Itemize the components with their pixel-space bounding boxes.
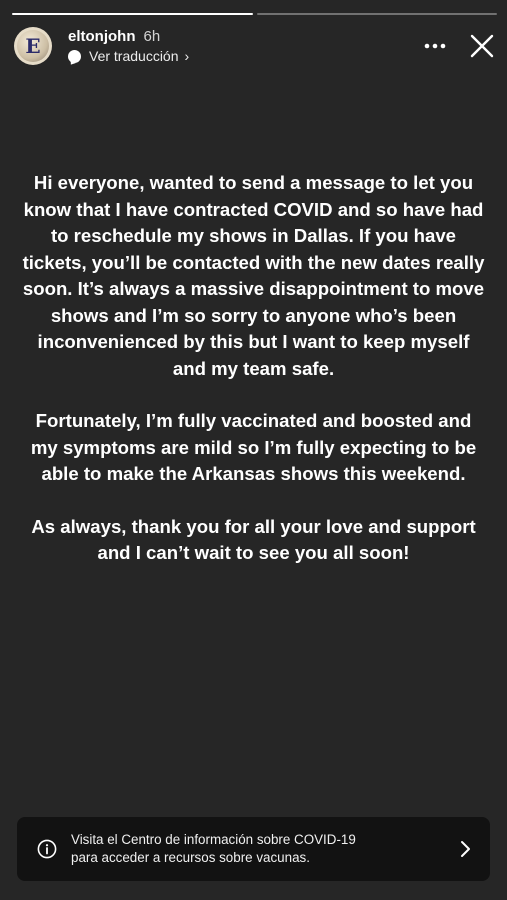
more-options-button[interactable] bbox=[423, 34, 447, 58]
story-paragraph-2: Fortunately, I’m fully vaccinated and bo… bbox=[30, 410, 477, 484]
avatar-image: E bbox=[17, 30, 49, 62]
story-meta: eltonjohn 6h Ver traducción › bbox=[68, 28, 189, 64]
story-header: E eltonjohn 6h Ver traducción › bbox=[14, 26, 495, 66]
story-message: Hi everyone, wanted to send a message to… bbox=[22, 170, 485, 593]
story-progress-bar bbox=[12, 13, 497, 15]
username[interactable]: eltonjohn bbox=[68, 28, 136, 45]
close-button[interactable] bbox=[469, 33, 495, 59]
progress-segment-1 bbox=[12, 13, 253, 15]
avatar[interactable]: E bbox=[14, 27, 52, 65]
banner-line-2: para acceder a recursos sobre vacunas. bbox=[71, 850, 310, 865]
story-user-row: eltonjohn 6h bbox=[68, 28, 189, 45]
covid-info-banner[interactable]: Visita el Centro de información sobre CO… bbox=[17, 817, 490, 881]
story-paragraph-1: Hi everyone, wanted to send a message to… bbox=[22, 172, 485, 379]
banner-line-1: Visita el Centro de información sobre CO… bbox=[71, 832, 356, 847]
progress-segment-2 bbox=[256, 13, 497, 15]
timestamp: 6h bbox=[143, 28, 161, 45]
translate-link[interactable]: Ver traducción › bbox=[68, 48, 189, 64]
close-icon bbox=[470, 34, 494, 58]
progress-segment-1-fill bbox=[12, 13, 253, 15]
chevron-right-icon: › bbox=[184, 48, 190, 64]
banner-text: Visita el Centro de información sobre CO… bbox=[71, 831, 458, 867]
speech-bubble-icon bbox=[68, 49, 81, 63]
chevron-right-icon bbox=[461, 841, 470, 857]
story-paragraph-3: As always, thank you for all your love a… bbox=[31, 515, 476, 564]
info-icon bbox=[37, 839, 57, 859]
header-actions bbox=[423, 33, 495, 59]
translate-label: Ver traducción bbox=[89, 48, 179, 64]
more-horizontal-icon bbox=[424, 43, 446, 49]
